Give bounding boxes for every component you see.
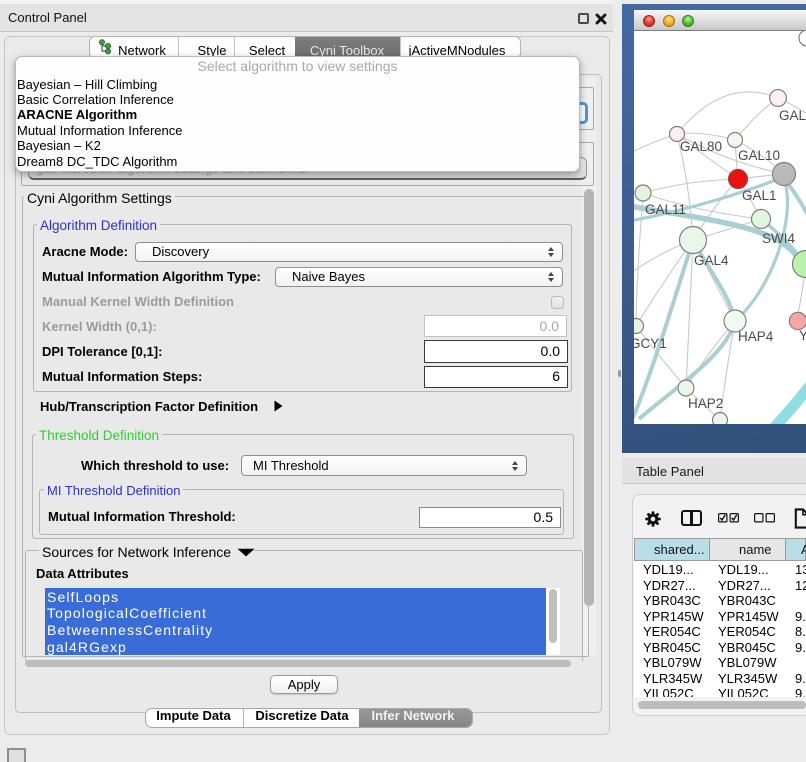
svg-text:HAP4: HAP4 — [738, 329, 774, 344]
svg-text:HAP2: HAP2 — [688, 396, 723, 411]
svg-text:GAL10: GAL10 — [738, 148, 780, 163]
svg-text:GAL7: GAL7 — [779, 108, 806, 123]
svg-text:GAL80: GAL80 — [680, 139, 722, 154]
svg-text:SWI4: SWI4 — [762, 231, 795, 246]
svg-text:GAL11: GAL11 — [645, 202, 686, 217]
svg-text:GCY1: GCY1 — [634, 336, 667, 351]
svg-text:GAL1: GAL1 — [742, 188, 777, 203]
svg-text:GAL4: GAL4 — [694, 253, 729, 268]
svg-text:Y: Y — [799, 328, 806, 343]
